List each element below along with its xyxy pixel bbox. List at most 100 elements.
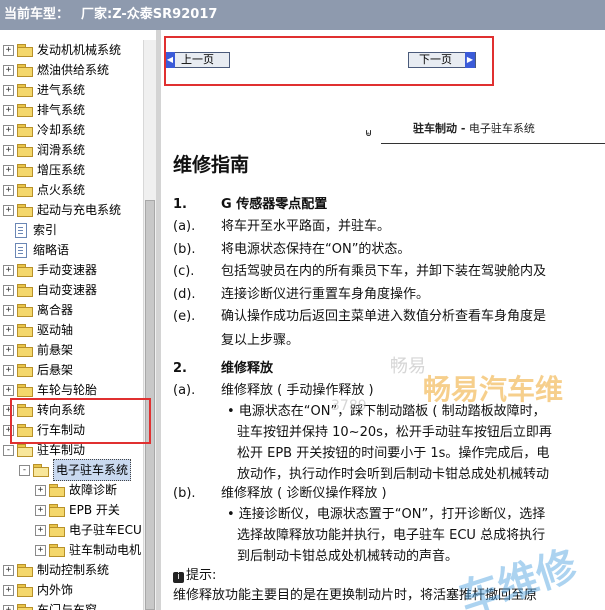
tree-item-label: 燃油供给系统 [37,63,110,77]
tree-item[interactable]: - 电子驻车系统 [19,459,132,481]
tree-item[interactable]: + 自动变速器 [3,280,97,300]
section-1-item-index: (e). [173,309,196,324]
expand-icon[interactable]: + [3,384,14,396]
collapse-icon[interactable]: - [3,444,14,456]
expand-icon[interactable]: + [3,64,14,76]
tree-item[interactable]: + 冷却系统 [3,120,85,140]
collapse-icon[interactable]: - [19,464,30,476]
expand-icon[interactable]: + [3,564,14,576]
expand-icon[interactable]: + [3,144,14,156]
tip-label: 提示: [186,568,217,583]
section-2a-index: (a). [173,383,196,398]
tree-item[interactable]: + 起动与充电系统 [3,200,121,220]
expand-icon[interactable]: + [3,124,14,136]
tree-item[interactable]: + 车门与车窗 [3,600,97,610]
expand-icon[interactable]: + [35,544,46,556]
expand-icon[interactable]: + [3,604,14,610]
watermark-text: 畅易 [390,356,426,377]
section-2a-line: 驻车按钮并保持 10~20s，松开手动驻车按钮后立即再 [237,425,552,440]
tree-item[interactable]: + 制动控制系统 [3,560,109,580]
expand-icon[interactable]: + [3,184,14,196]
section-2a-line: 放动作，执行动作时会听到后制动卡钳总成处机械转动 [237,467,550,482]
tree-item-label: 缩略语 [33,243,70,257]
folder-icon [49,504,65,517]
tip-line: i 提示: [173,567,216,585]
expand-icon[interactable]: + [3,364,14,376]
tree-item-label: 故障诊断 [69,483,118,497]
page-heading: 维修指南 [173,154,250,176]
tree-item[interactable]: 缩略语 [3,240,69,260]
tree-item-label: 离合器 [37,303,74,317]
tree-item[interactable]: + 后悬架 [3,360,73,380]
folder-icon [49,524,65,537]
nav-highlight-frame [164,36,494,86]
tree-scrollbar[interactable] [143,40,157,610]
tree-item[interactable]: + 电子驻车ECU [35,520,142,540]
expand-icon[interactable]: + [35,504,46,516]
folder-icon [17,144,33,157]
expand-icon[interactable]: + [3,304,14,316]
expand-icon[interactable]: + [3,284,14,296]
tree-item-label: 发动机机械系统 [37,43,122,57]
tree-item[interactable]: + 增压系统 [3,160,85,180]
section-2-number: 2. [173,361,187,376]
tree-item[interactable]: + 点火系统 [3,180,85,200]
doc-section-header: 驻车制动 - 电子驻车系统 [413,120,535,136]
tree-item[interactable]: + 前悬架 [3,340,73,360]
folder-icon [17,44,33,57]
document-pane: ◀ 上一页 下一页 ▶ ⊌ 驻车制动 - 电子驻车系统 维修指南 1. G 传感… [161,30,605,610]
tree-item[interactable]: + 车轮与轮胎 [3,380,97,400]
tree-item-label: 车门与车窗 [37,603,98,610]
tree-highlight-frame [10,398,151,444]
section-2b-line: 选择故障释放功能并执行，电子驻车 ECU 总成将执行 [237,528,546,543]
tree-item-label: 点火系统 [37,183,86,197]
expand-icon[interactable]: + [3,104,14,116]
navigation-tree: + 发动机机械系统 + 燃油供给系统 + 进气系统 + 排气系统 + 冷却系统 + 润滑系统 + 增压系统… [0,40,143,610]
header-rule [381,143,605,144]
tree-item-label: 车轮与轮胎 [37,383,98,397]
tree-item-label: 排气系统 [37,103,86,117]
expand-icon[interactable]: + [3,44,14,56]
expand-icon[interactable]: + [3,324,14,336]
folder-icon [17,604,33,610]
folder-icon [17,384,33,397]
tree-item[interactable]: 索引 [3,220,57,240]
tree-item[interactable]: + 离合器 [3,300,73,320]
expand-icon[interactable]: + [35,524,46,536]
section-1-item-index: (a). [173,219,196,234]
tree-item[interactable]: + 润滑系统 [3,140,85,160]
tree-item-label: 冷却系统 [37,123,86,137]
tree-item[interactable]: + 驱动轴 [3,320,73,340]
title-bar: 当前车型： 厂家:Z-众泰SR92017 [0,0,605,30]
expand-icon[interactable]: + [3,84,14,96]
tree-item-label: 内外饰 [37,583,74,597]
section-1-number: 1. [173,197,187,212]
expand-icon[interactable]: + [3,264,14,276]
tree-item[interactable]: + 发动机机械系统 [3,40,121,60]
tree-item[interactable]: + 进气系统 [3,80,85,100]
section-2b-title: 维修释放 ( 诊断仪操作释放 ) [221,486,387,501]
tree-item-label: 电子驻车系统 [53,459,132,481]
section-2b-line: 到后制动卡钳总成处机械转动的声音。 [237,549,459,564]
expand-icon[interactable]: + [3,204,14,216]
folder-open-icon [33,464,49,477]
tree-item-label: 电子驻车ECU [69,523,142,537]
folder-icon [17,84,33,97]
tree-item[interactable]: + 手动变速器 [3,260,97,280]
folder-icon [49,544,65,557]
section-1-e-continued: 复以上步骤。 [221,333,300,348]
tree-item[interactable]: + 故障诊断 [35,480,117,500]
expand-icon[interactable]: + [3,344,14,356]
expand-icon[interactable]: + [35,484,46,496]
section-1-item-text: 将车开至水平路面，并驻车。 [221,219,391,234]
tree-item[interactable]: + 内外饰 [3,580,73,600]
expand-icon[interactable]: + [3,584,14,596]
tree-item-label: 驻车制动电机 [69,543,142,557]
folder-icon [17,184,33,197]
tree-item[interactable]: + 驻车制动电机 [35,540,141,560]
tree-item[interactable]: + 燃油供给系统 [3,60,109,80]
folder-icon [17,204,33,217]
tree-item[interactable]: + EPB 开关 [35,500,120,520]
expand-icon[interactable]: + [3,164,14,176]
tree-item[interactable]: + 排气系统 [3,100,85,120]
